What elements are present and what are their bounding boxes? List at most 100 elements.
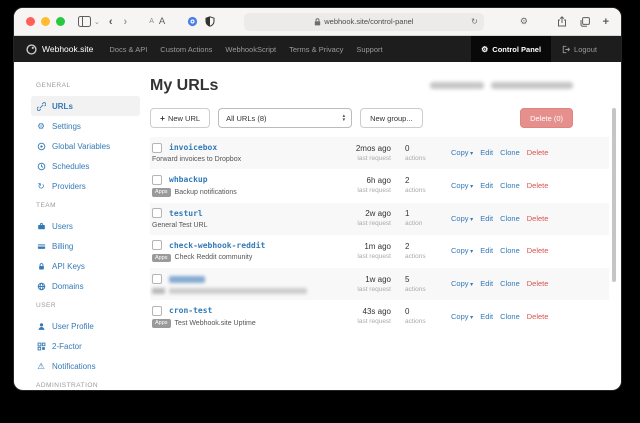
row-checkbox[interactable]	[152, 175, 162, 185]
row-action-clone[interactable]: Clone	[500, 181, 520, 190]
sidebar-item-schedules[interactable]: Schedules	[31, 156, 140, 176]
sidebar-item-label: 2-Factor	[52, 342, 82, 351]
nav-link-support[interactable]: Support	[356, 45, 382, 54]
new-group-button[interactable]: New group...	[360, 108, 423, 128]
row-checkbox[interactable]	[152, 143, 162, 153]
row-action-edit[interactable]: Edit	[480, 312, 493, 321]
reload-icon[interactable]: ↻	[471, 17, 478, 26]
row-action-edit[interactable]: Edit	[480, 148, 493, 157]
url-row-cron-test: cron-testAppsTest Webhook.site Uptime43s…	[150, 300, 609, 334]
row-action-clone[interactable]: Clone	[500, 214, 520, 223]
nav-link-webhookscript[interactable]: WebhookScript	[225, 45, 276, 54]
row-action-edit[interactable]: Edit	[480, 181, 493, 190]
row-checkbox[interactable]	[152, 274, 162, 284]
tabs-overview-icon[interactable]	[580, 17, 590, 27]
sidebar-item-api-keys[interactable]: API Keys	[31, 256, 140, 276]
row-checkbox[interactable]	[152, 306, 162, 316]
row-action-edit[interactable]: Edit	[480, 279, 493, 288]
address-bar[interactable]: webhook.site/control-panel ↻	[244, 13, 484, 31]
url-name-link[interactable]: invoicebox	[169, 143, 217, 152]
redacted-badge	[152, 288, 165, 294]
sidebar-item-notifications[interactable]: ⚠Notifications	[31, 356, 140, 376]
link-icon	[36, 102, 46, 111]
brand[interactable]: Webhook.site	[26, 44, 93, 55]
main-content: My URLs + New URL All URLs (8) ▲▼ New gr…	[150, 62, 621, 389]
sidebar-item-label: Providers	[52, 182, 86, 191]
row-action-delete[interactable]: Delete	[527, 148, 549, 157]
nav-control-panel[interactable]: ⚙ Control Panel	[471, 36, 551, 62]
nav-link-terms-privacy[interactable]: Terms & Privacy	[289, 45, 343, 54]
app-navbar: Webhook.site Docs & API Custom Actions Web…	[14, 36, 621, 62]
row-action-clone[interactable]: Clone	[500, 148, 520, 157]
row-action-delete[interactable]: Delete	[527, 279, 549, 288]
sidebar-item-user-profile[interactable]: User Profile	[31, 316, 140, 336]
nav-link-docs-api[interactable]: Docs & API	[109, 45, 147, 54]
sidebar-item-urls[interactable]: URLs	[31, 96, 140, 116]
sidebar-toggle-icon[interactable]	[78, 16, 91, 27]
row-action-copy[interactable]: Copy ▾	[451, 181, 473, 190]
row-action-delete[interactable]: Delete	[527, 214, 549, 223]
chevron-down-icon[interactable]: ⌄	[94, 18, 100, 26]
row-action-clone[interactable]: Clone	[500, 246, 520, 255]
url-name-link[interactable]: check-webhook-reddit	[169, 241, 265, 250]
row-action-clone[interactable]: Clone	[500, 279, 520, 288]
text-size-small-icon[interactable]: A	[149, 18, 154, 25]
sidebar-item-label: URLs	[52, 102, 73, 111]
extensions-settings-icon[interactable]: ⚙	[520, 17, 528, 26]
row-action-copy[interactable]: Copy ▾	[451, 214, 473, 223]
row-action-edit[interactable]: Edit	[480, 214, 493, 223]
url-group-filter-select[interactable]: All URLs (8) ▲▼	[218, 108, 352, 128]
row-action-copy[interactable]: Copy ▾	[451, 148, 473, 157]
sidebar-item-2-factor[interactable]: 2-Factor	[31, 336, 140, 356]
url-row-redacted: 1w ago last request5 actionsCopy ▾EditCl…	[150, 268, 609, 300]
row-action-copy[interactable]: Copy ▾	[451, 279, 473, 288]
actions-count-label: actions	[405, 187, 445, 194]
translate-extension-icon[interactable]	[187, 16, 198, 27]
row-action-delete[interactable]: Delete	[527, 312, 549, 321]
row-action-delete[interactable]: Delete	[527, 246, 549, 255]
shield-extension-icon[interactable]	[205, 16, 215, 27]
sidebar-item-billing[interactable]: Billing	[31, 236, 140, 256]
nav-logout[interactable]: Logout	[551, 36, 607, 62]
url-name-link[interactable]: whbackup	[169, 175, 208, 184]
sidebar-item-settings[interactable]: ⚙Settings	[31, 116, 140, 136]
url-description: Forward invoices to Dropbox	[152, 156, 241, 163]
row-action-delete[interactable]: Delete	[527, 181, 549, 190]
page-scrollbar[interactable]	[612, 108, 616, 282]
sidebar-item-global-variables[interactable]: Global Variables	[31, 136, 140, 156]
nav-link-custom-actions[interactable]: Custom Actions	[160, 45, 212, 54]
url-name-link[interactable]: cron-test	[169, 306, 212, 315]
text-size-large-icon[interactable]: A	[159, 16, 165, 27]
globe-icon	[36, 282, 46, 291]
back-button[interactable]: ‹	[107, 16, 115, 28]
actions-count: 0	[405, 307, 445, 316]
url-row-whbackup: whbackupAppsBackup notifications6h ago l…	[150, 169, 609, 203]
forward-button[interactable]: ›	[122, 16, 130, 28]
sidebar-item-label: Schedules	[52, 162, 89, 171]
row-action-copy[interactable]: Copy ▾	[451, 312, 473, 321]
row-checkbox[interactable]	[152, 208, 162, 218]
url-name-link[interactable]: testurl	[169, 209, 203, 218]
sidebar-item-providers[interactable]: ↻Providers	[31, 176, 140, 196]
sidebar-item-users[interactable]: Users	[31, 216, 140, 236]
row-action-clone[interactable]: Clone	[500, 312, 520, 321]
caret-down-icon: ▾	[469, 315, 474, 321]
minimize-window-button[interactable]	[41, 17, 50, 26]
row-action-copy[interactable]: Copy ▾	[451, 246, 473, 255]
close-window-button[interactable]	[26, 17, 35, 26]
last-request-label: last request	[335, 155, 391, 162]
fullscreen-window-button[interactable]	[56, 17, 65, 26]
sidebar-item-label: Domains	[52, 282, 84, 291]
new-tab-icon[interactable]: +	[603, 16, 609, 28]
url-row-check-webhook-reddit: check-webhook-redditAppsCheck Reddit com…	[150, 235, 609, 269]
delete-selected-button[interactable]: Delete (0)	[520, 108, 573, 128]
row-action-edit[interactable]: Edit	[480, 246, 493, 255]
sidebar-item-domains[interactable]: Domains	[31, 276, 140, 296]
sidebar-header-administration: ADMINISTRATION	[36, 382, 150, 389]
last-request-label: last request	[335, 220, 391, 227]
browser-window: ⌄ ‹ › A A webhook.site/control-panel ↻ ⚙	[14, 8, 621, 390]
share-icon[interactable]	[557, 16, 567, 27]
address-url: webhook.site/control-panel	[324, 17, 413, 26]
new-url-button[interactable]: + New URL	[150, 108, 210, 128]
row-checkbox[interactable]	[152, 240, 162, 250]
